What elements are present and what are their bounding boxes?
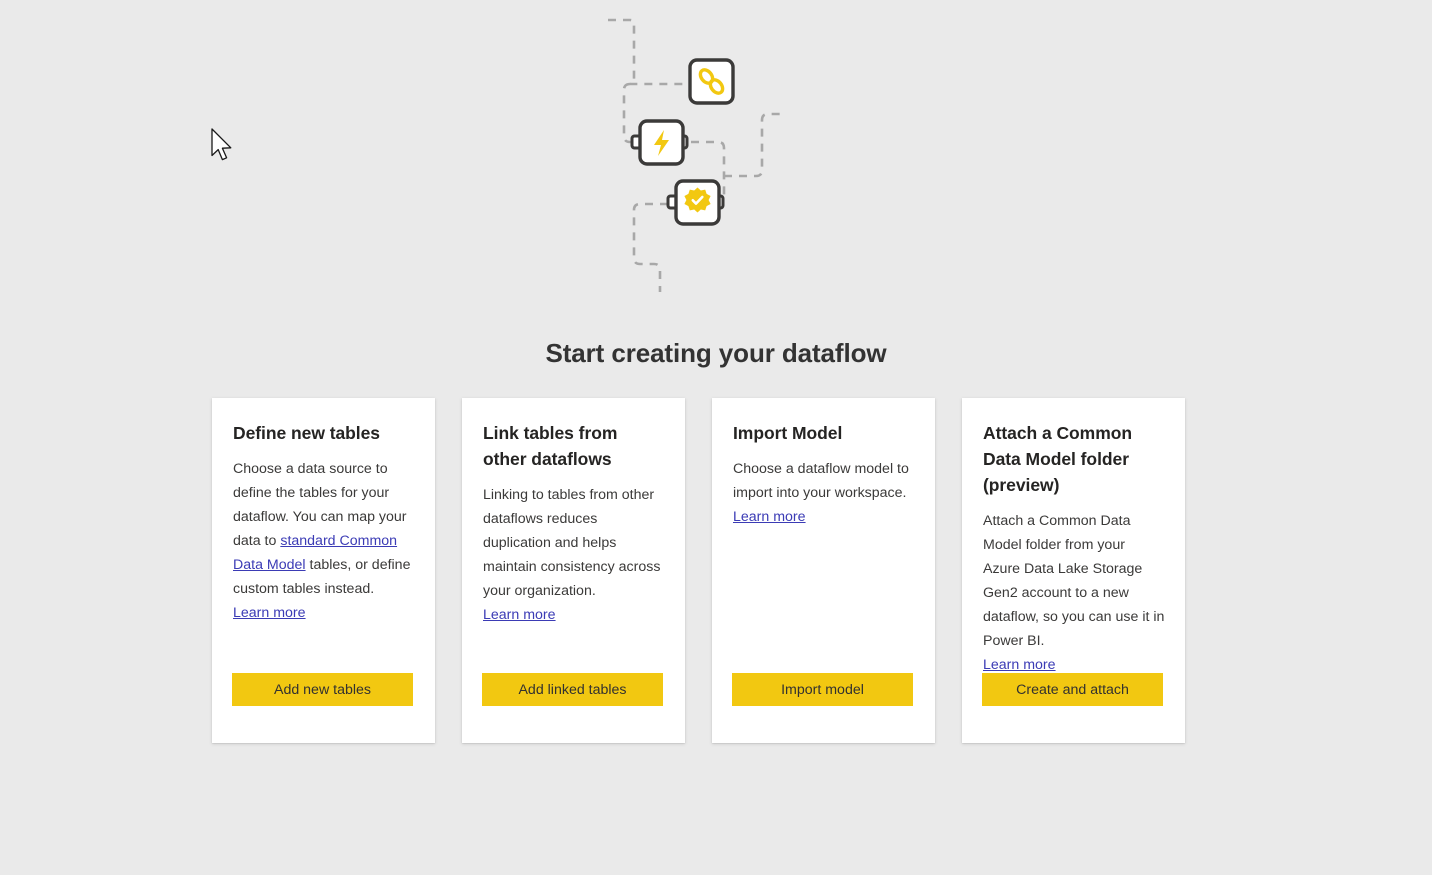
card-define-new-tables[interactable]: Define new tables Choose a data source t… bbox=[212, 398, 435, 743]
learn-more-link[interactable]: Learn more bbox=[733, 505, 806, 529]
card-title: Attach a Common Data Model folder (previ… bbox=[983, 420, 1165, 498]
card-body: Choose a data source to define the table… bbox=[233, 457, 415, 625]
card-title: Link tables from other dataflows bbox=[483, 420, 665, 472]
card-body-text: Choose a dataflow model to import into y… bbox=[733, 461, 909, 501]
card-body: Linking to tables from other dataflows r… bbox=[483, 483, 665, 627]
page-title: Start creating your dataflow bbox=[0, 338, 1432, 369]
add-linked-tables-button[interactable]: Add linked tables bbox=[482, 673, 663, 706]
card-body-text: Attach a Common Data Model folder from y… bbox=[983, 513, 1164, 649]
learn-more-link[interactable]: Learn more bbox=[233, 601, 306, 625]
import-model-button[interactable]: Import model bbox=[732, 673, 913, 706]
transform-node bbox=[632, 121, 687, 164]
create-and-attach-button[interactable]: Create and attach bbox=[982, 673, 1163, 706]
card-link-tables-from-other-dataflows[interactable]: Link tables from other dataflows Linking… bbox=[462, 398, 685, 743]
card-title: Define new tables bbox=[233, 420, 415, 446]
card-body-text: Linking to tables from other dataflows r… bbox=[483, 487, 660, 599]
card-body: Attach a Common Data Model folder from y… bbox=[983, 509, 1165, 677]
card-attach-common-data-model-folder[interactable]: Attach a Common Data Model folder (previ… bbox=[962, 398, 1185, 743]
link-node bbox=[690, 60, 733, 103]
add-new-tables-button[interactable]: Add new tables bbox=[232, 673, 413, 706]
card-body: Choose a dataflow model to import into y… bbox=[733, 457, 915, 529]
hero-illustration bbox=[0, 0, 1432, 300]
dataflow-option-cards: Define new tables Choose a data source t… bbox=[212, 398, 1185, 743]
card-title: Import Model bbox=[733, 420, 915, 446]
card-import-model[interactable]: Import Model Choose a dataflow model to … bbox=[712, 398, 935, 743]
learn-more-link[interactable]: Learn more bbox=[483, 603, 556, 627]
dataflow-nodes-illustration bbox=[596, 8, 836, 298]
validate-node bbox=[668, 181, 723, 224]
